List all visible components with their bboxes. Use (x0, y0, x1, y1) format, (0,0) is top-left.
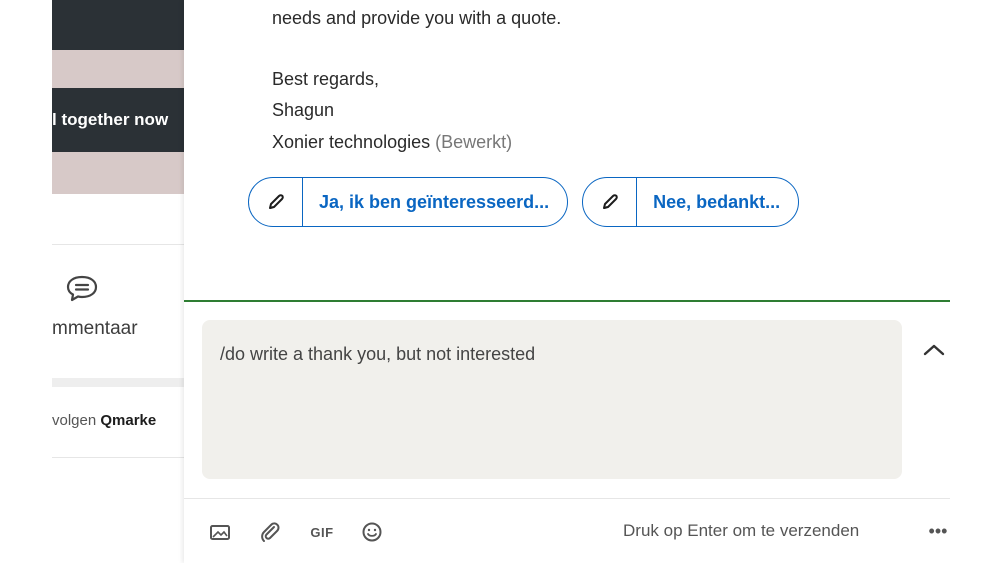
divider (52, 244, 184, 245)
feed-banner[interactable]: l together now (52, 88, 184, 152)
gif-label: GIF (310, 524, 334, 540)
company-name: Xonier technologies (272, 132, 431, 152)
message-line: needs and provide you with a quote. (272, 8, 562, 28)
follow-prefix: volgen (52, 412, 101, 429)
page-background (950, 0, 1000, 563)
feed-image-top (52, 0, 184, 50)
follow-name[interactable]: Qmarke (100, 412, 156, 429)
edited-label: (Bewerkt) (435, 132, 513, 152)
more-options-icon[interactable]: ••• (926, 520, 950, 542)
message-panel: needs and provide you with a quote. Best… (184, 0, 950, 563)
suggested-reply-label: Nee, bedankt... (653, 191, 781, 212)
gif-button[interactable]: GIF (308, 520, 336, 544)
suggested-reply-label: Ja, ik ben geïnteresseerd... (319, 191, 550, 212)
chevron-up-icon[interactable] (920, 338, 948, 362)
message-line: Best regards, (272, 69, 380, 89)
composer-focus-line (184, 300, 950, 302)
feed-image-band-lower (52, 152, 184, 194)
suggested-reply-decline[interactable]: Nee, bedankt... (582, 177, 800, 227)
emoji-icon[interactable] (360, 520, 384, 544)
message-input-text: /do write a thank you, but not intereste… (220, 344, 536, 364)
divider (52, 457, 184, 458)
message-line: Shagun (272, 100, 335, 120)
comment-label[interactable]: mmentaar (52, 318, 184, 340)
toolbar-divider (184, 498, 950, 499)
follow-line[interactable]: volgen Qmarke (52, 412, 184, 429)
feed-separator (52, 378, 184, 387)
pencil-icon (583, 178, 638, 226)
pencil-icon (249, 178, 303, 226)
comment-icon[interactable] (64, 274, 100, 304)
feed-image-band (52, 50, 184, 88)
paperclip-icon[interactable] (258, 520, 282, 544)
suggested-replies: Ja, ik ben geïnteresseerd... Nee, bedank… (248, 177, 800, 227)
image-icon[interactable] (208, 520, 232, 544)
suggested-reply-interested[interactable]: Ja, ik ben geïnteresseerd... (248, 177, 569, 227)
background-feed: l together now mmentaar volgen Qmarke (0, 0, 184, 563)
message-input[interactable]: /do write a thank you, but not intereste… (202, 320, 902, 479)
message-line-signature: Xonier technologies (Bewerkt) (272, 129, 512, 155)
send-hint: Druk op Enter om te verzenden (623, 521, 860, 540)
feed-banner-text: l together now (52, 110, 169, 129)
